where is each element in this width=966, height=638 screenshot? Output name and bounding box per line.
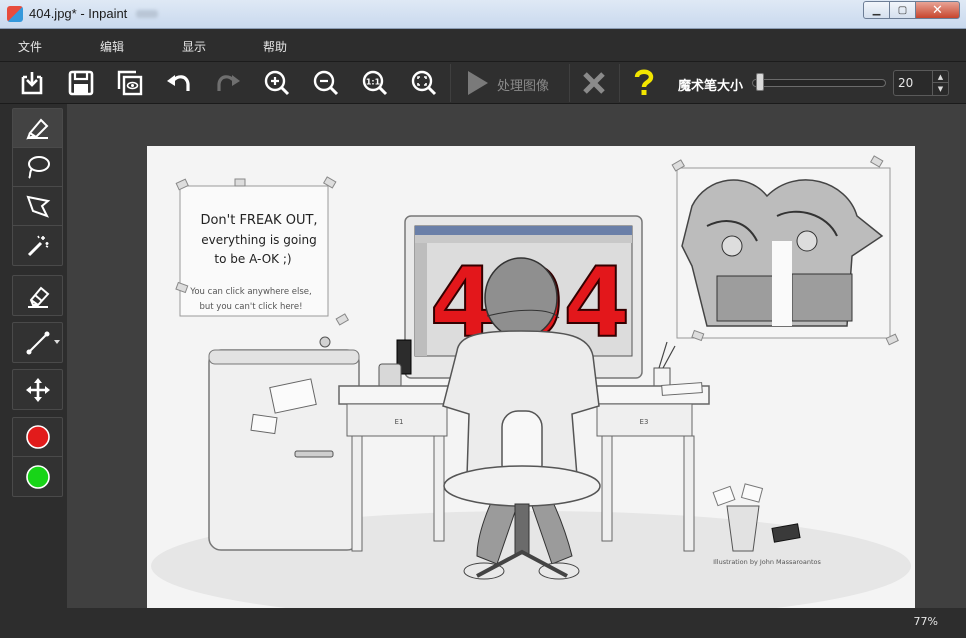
menu-bar: 文件 编辑 显示 帮助 (0, 29, 966, 62)
preview-button[interactable] (110, 66, 150, 100)
drawer-left-label: E1 (395, 418, 404, 426)
move-tool-group (12, 369, 63, 410)
marker-pen-icon (25, 118, 48, 140)
title-bar[interactable]: 404.jpg* - Inpaint ▁ ▢ ✕ (0, 0, 966, 29)
red-circle-icon (25, 425, 50, 449)
donor-area-color[interactable] (13, 457, 62, 496)
toolbar: 1:1 处理图像 魔术笔大小 ▲ ▼ (0, 62, 966, 104)
close-button[interactable]: ✕ (915, 1, 960, 19)
open-button[interactable] (12, 66, 52, 100)
zoom-level: 77% (913, 615, 938, 628)
zoom-in-button[interactable] (257, 66, 297, 100)
tool-panel (0, 104, 67, 608)
dropdown-arrow-icon[interactable] (54, 340, 60, 344)
menu-view[interactable]: 显示 (182, 38, 206, 55)
move-arrows-icon (25, 377, 50, 402)
color-markers (12, 417, 63, 497)
inpaint-app-icon (7, 6, 23, 22)
actual-size-button[interactable]: 1:1 (355, 66, 395, 100)
preview-icon (117, 70, 143, 96)
brush-size-slider-track[interactable] (752, 79, 886, 87)
help-button[interactable] (624, 66, 664, 100)
maximize-button[interactable]: ▢ (889, 1, 916, 19)
play-icon (468, 71, 488, 95)
magic-brush-size-label: 魔术笔大小 (678, 79, 744, 94)
spin-up-arrow-icon[interactable]: ▲ (933, 71, 948, 83)
note-line-2: everything is going (201, 233, 317, 247)
undo-icon (167, 75, 190, 91)
image-canvas[interactable]: Don't FREAK OUT, everything is going to … (147, 146, 915, 608)
redo-icon (217, 75, 240, 91)
brush-size-slider-thumb[interactable] (755, 73, 764, 91)
title-blurred-text (136, 10, 158, 18)
brush-size-input[interactable] (898, 73, 932, 93)
remove-area-color[interactable] (13, 418, 62, 457)
note-line-3: to be A-OK ;) (214, 252, 291, 266)
clear-selection-button[interactable] (574, 66, 614, 100)
menu-help[interactable]: 帮助 (263, 38, 287, 55)
window-controls: ▁ ▢ ✕ (863, 1, 960, 19)
green-circle-icon (25, 464, 50, 489)
actual-size-icon: 1:1 (362, 70, 388, 96)
process-image-button[interactable] (457, 66, 497, 100)
lasso-tool[interactable] (13, 148, 62, 187)
note-small-line-2: but you can't click here! (199, 302, 302, 312)
brush-size-spinbox: ▲ ▼ (893, 70, 949, 96)
undo-button[interactable] (159, 66, 199, 100)
eraser-tool[interactable] (13, 276, 62, 315)
eraser-icon (27, 286, 49, 308)
line-tool[interactable] (13, 323, 62, 362)
close-x-icon (583, 72, 605, 94)
save-button[interactable] (61, 66, 101, 100)
inpaint-window: 404.jpg* - Inpaint ▁ ▢ ✕ 文件 编辑 显示 帮助 1:1… (0, 0, 966, 638)
note-paper: Don't FREAK OUT, everything is going to … (175, 176, 350, 326)
note-small-line-1: You can click anywhere else, (189, 287, 311, 297)
magic-wand-icon (27, 235, 48, 256)
toolbar-separator (619, 64, 620, 102)
zoom-out-icon (313, 70, 339, 96)
magic-wand-tool[interactable] (13, 226, 62, 265)
zoom-in-icon (264, 70, 290, 96)
open-icon (21, 72, 43, 95)
spin-down-arrow-icon[interactable]: ▼ (933, 83, 948, 95)
marker-tool[interactable] (13, 109, 62, 148)
toolbar-separator (450, 64, 451, 102)
window-title: 404.jpg* - Inpaint (29, 6, 128, 21)
cabinet (208, 336, 360, 551)
minimize-button[interactable]: ▁ (863, 1, 890, 19)
line-segment-icon (26, 331, 49, 354)
note-line-1: Don't FREAK OUT, (200, 213, 317, 228)
svg-text:1:1: 1:1 (366, 78, 381, 87)
illustration-credit: Illustration by John Massaroantos (713, 558, 821, 566)
process-image-label[interactable]: 处理图像 (497, 75, 549, 94)
question-icon (634, 69, 654, 95)
fit-window-icon (411, 70, 437, 96)
drawer-right-label: E3 (640, 418, 649, 426)
404-illustration: Don't FREAK OUT, everything is going to … (147, 146, 915, 608)
move-tool[interactable] (13, 370, 62, 409)
monster-poster (671, 155, 899, 346)
lasso-icon (27, 156, 50, 179)
polygon-lasso-tool[interactable] (13, 187, 62, 226)
brush-size-spin-buttons: ▲ ▼ (932, 71, 948, 95)
save-icon (68, 70, 94, 96)
menu-file[interactable]: 文件 (18, 38, 42, 55)
eraser-tool-group (12, 275, 63, 316)
selection-tools (12, 108, 63, 266)
redo-button[interactable] (208, 66, 248, 100)
line-tool-group (12, 322, 63, 363)
toolbar-separator (569, 64, 570, 102)
zoom-out-button[interactable] (306, 66, 346, 100)
status-bar: 77% (0, 608, 966, 638)
fit-window-button[interactable] (404, 66, 444, 100)
menu-edit[interactable]: 编辑 (100, 38, 124, 55)
polygon-lasso-icon (25, 195, 50, 218)
